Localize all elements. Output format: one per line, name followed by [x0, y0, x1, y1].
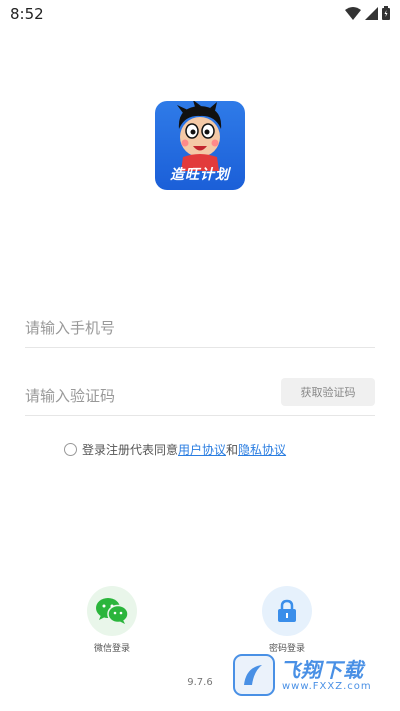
get-code-button[interactable]: 获取验证码: [281, 378, 375, 406]
app-logo: 造旺计划: [155, 101, 245, 190]
wechat-login-label: 微信登录: [93, 644, 130, 654]
status-time: 8:52: [10, 5, 44, 23]
privacy-policy-link[interactable]: 隐私协议: [238, 441, 286, 458]
logo-text: 造旺计划: [170, 167, 230, 183]
agreement-connector: 和: [226, 443, 239, 457]
wechat-icon: [96, 598, 128, 624]
watermark-brand: 飞翔下载: [280, 658, 364, 682]
status-icons: [345, 6, 390, 20]
password-login-button[interactable]: 密码登录: [257, 586, 317, 654]
watermark-url: www.FXXZ.com: [282, 681, 372, 692]
watermark-logo-icon: [233, 654, 275, 696]
lock-icon: [278, 599, 296, 622]
mascot-icon: [177, 101, 222, 171]
verification-code-input[interactable]: [25, 382, 275, 410]
password-circle[interactable]: [262, 586, 312, 636]
phone-field: [25, 308, 375, 348]
signal-icon: [365, 6, 378, 20]
wechat-login-button[interactable]: 微信登录: [82, 586, 142, 654]
user-agreement-link[interactable]: 用户协议: [178, 441, 226, 458]
agree-radio[interactable]: [64, 443, 77, 456]
code-field: 获取验证码: [25, 376, 375, 416]
wifi-icon: [345, 6, 361, 20]
battery-icon: [382, 6, 390, 20]
status-bar: 8:52: [0, 0, 400, 28]
agreement-prefix: 登录注册代表同意: [82, 443, 179, 457]
phone-input[interactable]: [25, 314, 275, 342]
wechat-circle[interactable]: [87, 586, 137, 636]
watermark: 飞翔下载 www.FXXZ.com: [232, 650, 392, 700]
agreement: 登录注册代表同意 用户协议 和 隐私协议: [64, 441, 286, 458]
